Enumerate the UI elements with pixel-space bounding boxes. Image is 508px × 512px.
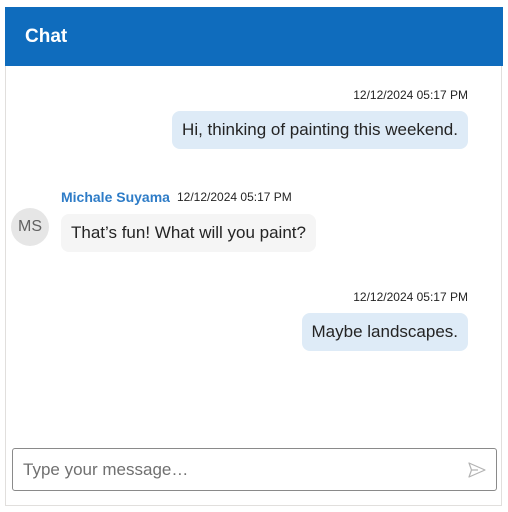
message-timestamp: 12/12/2024 05:17 PM — [353, 290, 468, 304]
outgoing-message-bubble: Maybe landscapes. — [301, 313, 468, 351]
send-icon[interactable] — [468, 462, 486, 478]
message-input[interactable] — [23, 449, 453, 490]
incoming-message-bubble: That’s fun! What will you paint? — [61, 214, 316, 252]
chat-title: Chat — [25, 26, 68, 47]
chat-window: Chat 12/12/2024 05:17 PM Hi, thinking of… — [5, 7, 503, 506]
message-timestamp: 12/12/2024 05:17 PM — [177, 190, 292, 204]
sender-name: Michale Suyama — [61, 189, 170, 205]
chat-header: Chat — [5, 7, 503, 66]
message-composer — [12, 448, 497, 491]
message-timestamp: 12/12/2024 05:17 PM — [353, 88, 468, 102]
avatar: MS — [11, 208, 49, 246]
outgoing-message-bubble: Hi, thinking of painting this weekend. — [172, 111, 468, 149]
